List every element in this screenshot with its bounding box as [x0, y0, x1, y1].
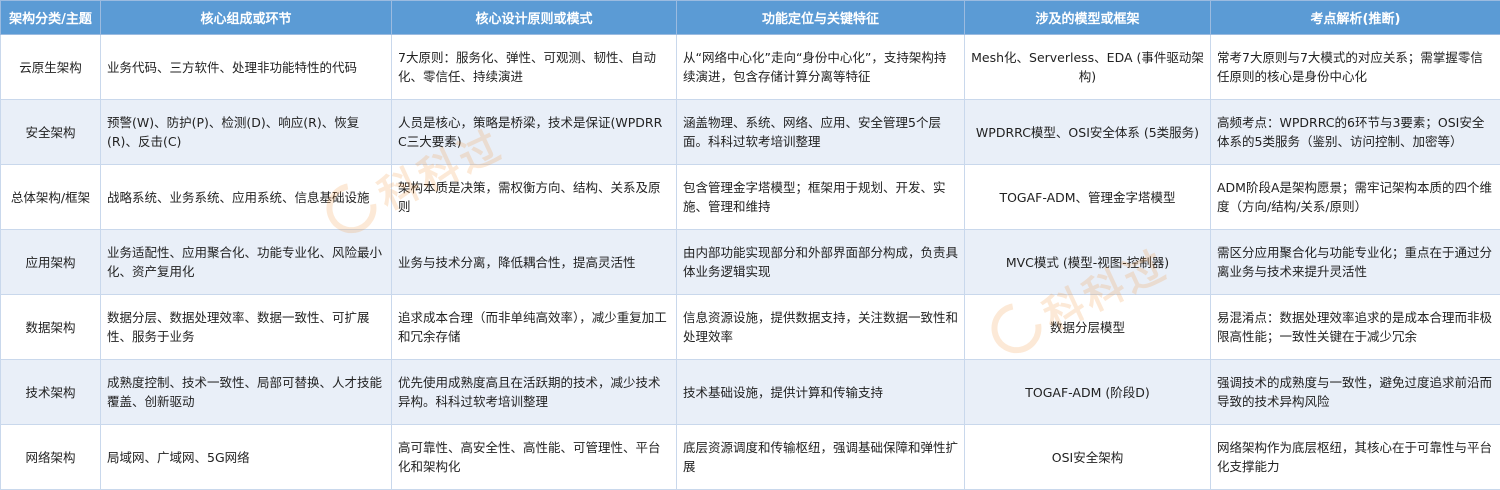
- cell-analysis: 高频考点：WPDRRC的6环节与3要素；OSI安全体系的5类服务（鉴别、访问控制…: [1211, 100, 1500, 165]
- cell-features: 由内部功能实现部分和外部界面部分构成，负责具体业务逻辑实现: [677, 230, 965, 295]
- cell-analysis: 网络架构作为底层枢纽，其核心在于可靠性与平台化支撑能力: [1211, 425, 1500, 490]
- cell-models: 数据分层模型: [965, 295, 1211, 360]
- cell-features: 包含管理金字塔模型；框架用于规划、开发、实施、管理和维持: [677, 165, 965, 230]
- table-row: 网络架构 局域网、广域网、5G网络 高可靠性、高安全性、高性能、可管理性、平台化…: [1, 425, 1500, 490]
- cell-components: 数据分层、数据处理效率、数据一致性、可扩展性、服务于业务: [101, 295, 392, 360]
- knowledge-table: 架构分类/主题 核心组成或环节 核心设计原则或模式 功能定位与关键特征 涉及的模…: [0, 0, 1500, 490]
- cell-models: OSI安全架构: [965, 425, 1211, 490]
- cell-models: WPDRRC模型、OSI安全体系 (5类服务): [965, 100, 1211, 165]
- cell-features: 技术基础设施，提供计算和传输支持: [677, 360, 965, 425]
- cell-components: 业务代码、三方软件、处理非功能特性的代码: [101, 35, 392, 100]
- header-principles: 核心设计原则或模式: [392, 1, 677, 35]
- header-features: 功能定位与关键特征: [677, 1, 965, 35]
- table-row: 云原生架构 业务代码、三方软件、处理非功能特性的代码 7大原则：服务化、弹性、可…: [1, 35, 1500, 100]
- table-row: 应用架构 业务适配性、应用聚合化、功能专业化、风险最小化、资产复用化 业务与技术…: [1, 230, 1500, 295]
- cell-models: Mesh化、Serverless、EDA (事件驱动架构): [965, 35, 1211, 100]
- cell-components: 局域网、广域网、5G网络: [101, 425, 392, 490]
- cell-analysis: 常考7大原则与7大模式的对应关系；需掌握零信任原则的核心是身份中心化: [1211, 35, 1500, 100]
- cell-principles: 优先使用成熟度高且在活跃期的技术，减少技术异构。科科过软考培训整理: [392, 360, 677, 425]
- cell-models: TOGAF-ADM、管理金字塔模型: [965, 165, 1211, 230]
- cell-features: 信息资源设施，提供数据支持，关注数据一致性和处理效率: [677, 295, 965, 360]
- cell-category: 应用架构: [1, 230, 101, 295]
- cell-principles: 7大原则：服务化、弹性、可观测、韧性、自动化、零信任、持续演进: [392, 35, 677, 100]
- cell-principles: 业务与技术分离，降低耦合性，提高灵活性: [392, 230, 677, 295]
- table-row: 总体架构/框架 战略系统、业务系统、应用系统、信息基础设施 架构本质是决策，需权…: [1, 165, 1500, 230]
- cell-principles: 架构本质是决策，需权衡方向、结构、关系及原则: [392, 165, 677, 230]
- table-row: 数据架构 数据分层、数据处理效率、数据一致性、可扩展性、服务于业务 追求成本合理…: [1, 295, 1500, 360]
- cell-analysis: ADM阶段A是架构愿景；需牢记架构本质的四个维度（方向/结构/关系/原则）: [1211, 165, 1500, 230]
- cell-analysis: 强调技术的成熟度与一致性，避免过度追求前沿而导致的技术异构风险: [1211, 360, 1500, 425]
- header-row: 架构分类/主题 核心组成或环节 核心设计原则或模式 功能定位与关键特征 涉及的模…: [1, 1, 1500, 35]
- header-components: 核心组成或环节: [101, 1, 392, 35]
- cell-category: 云原生架构: [1, 35, 101, 100]
- cell-principles: 追求成本合理（而非单纯高效率），减少重复加工和冗余存储: [392, 295, 677, 360]
- table-row: 技术架构 成熟度控制、技术一致性、局部可替换、人才技能覆盖、创新驱动 优先使用成…: [1, 360, 1500, 425]
- header-models: 涉及的模型或框架: [965, 1, 1211, 35]
- cell-category: 技术架构: [1, 360, 101, 425]
- cell-features: 从“网络中心化”走向“身份中心化”，支持架构持续演进，包含存储计算分离等特征: [677, 35, 965, 100]
- cell-category: 安全架构: [1, 100, 101, 165]
- cell-features: 底层资源调度和传输枢纽，强调基础保障和弹性扩展: [677, 425, 965, 490]
- cell-models: MVC模式 (模型-视图-控制器): [965, 230, 1211, 295]
- cell-category: 网络架构: [1, 425, 101, 490]
- cell-analysis: 需区分应用聚合化与功能专业化；重点在于通过分离业务与技术来提升灵活性: [1211, 230, 1500, 295]
- cell-features: 涵盖物理、系统、网络、应用、安全管理5个层面。科科过软考培训整理: [677, 100, 965, 165]
- cell-components: 业务适配性、应用聚合化、功能专业化、风险最小化、资产复用化: [101, 230, 392, 295]
- table-row: 安全架构 预警(W)、防护(P)、检测(D)、响应(R)、恢复(R)、反击(C)…: [1, 100, 1500, 165]
- cell-principles: 高可靠性、高安全性、高性能、可管理性、平台化和架构化: [392, 425, 677, 490]
- cell-components: 成熟度控制、技术一致性、局部可替换、人才技能覆盖、创新驱动: [101, 360, 392, 425]
- cell-category: 数据架构: [1, 295, 101, 360]
- cell-components: 战略系统、业务系统、应用系统、信息基础设施: [101, 165, 392, 230]
- cell-analysis: 易混淆点：数据处理效率追求的是成本合理而非极限高性能；一致性关键在于减少冗余: [1211, 295, 1500, 360]
- cell-components: 预警(W)、防护(P)、检测(D)、响应(R)、恢复(R)、反击(C): [101, 100, 392, 165]
- cell-models: TOGAF-ADM (阶段D): [965, 360, 1211, 425]
- cell-category: 总体架构/框架: [1, 165, 101, 230]
- header-category: 架构分类/主题: [1, 1, 101, 35]
- header-analysis: 考点解析(推断): [1211, 1, 1500, 35]
- cell-principles: 人员是核心，策略是桥梁，技术是保证(WPDRRC三大要素): [392, 100, 677, 165]
